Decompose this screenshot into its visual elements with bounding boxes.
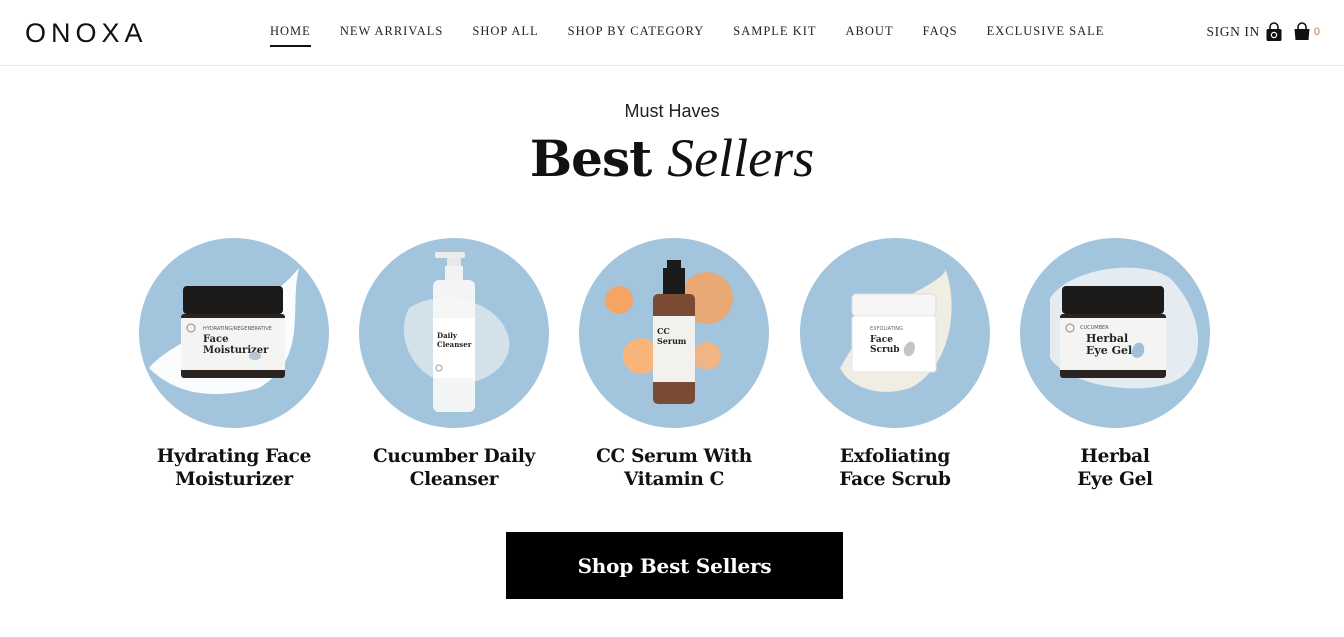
section-title: Best Sellers <box>0 126 1344 191</box>
nav-about[interactable]: ABOUT <box>846 24 894 47</box>
brand-logo[interactable]: ONOXA <box>25 18 148 49</box>
product-name[interactable]: CC Serum With Vitamin C <box>564 445 784 491</box>
product-image[interactable]: Daily Cleanser <box>359 238 549 428</box>
product-name[interactable]: Exfoliating Face Scrub <box>785 445 1005 491</box>
nav-exclusive-sale[interactable]: EXCLUSIVE SALE <box>987 24 1105 47</box>
svg-text:Face: Face <box>203 334 228 345</box>
product-name-line2: Moisturizer <box>175 469 293 490</box>
product-card[interactable]: HYDRATING/REGENERATIVE Face Moisturizer … <box>124 238 344 491</box>
svg-text:Scrub: Scrub <box>870 345 900 355</box>
product-card[interactable]: CUCUMBER Herbal Eye Gel Herbal Eye Gel <box>1005 238 1225 491</box>
svg-text:EXFOLIATING: EXFOLIATING <box>870 326 903 332</box>
svg-text:Daily: Daily <box>437 331 458 340</box>
section-title-italic: Sellers <box>667 128 815 188</box>
product-name-line1: Exfoliating <box>839 446 951 467</box>
svg-text:Face: Face <box>870 335 893 345</box>
nav-shop-all[interactable]: SHOP ALL <box>472 24 538 47</box>
nav-sample-kit[interactable]: SAMPLE KIT <box>733 24 816 47</box>
product-name[interactable]: Herbal Eye Gel <box>1005 445 1225 491</box>
product-image[interactable]: CC Serum <box>579 238 769 428</box>
sign-in-link[interactable]: SIGN IN <box>1207 24 1260 40</box>
product-name-line2: Cleanser <box>409 469 499 490</box>
account-area: SIGN IN 0 <box>1207 22 1320 42</box>
account-bag-icon[interactable] <box>1265 22 1283 42</box>
section-eyebrow: Must Haves <box>624 101 720 121</box>
nav-faqs[interactable]: FAQS <box>923 24 958 47</box>
svg-text:Cleanser: Cleanser <box>437 340 472 349</box>
product-name-line2: Eye Gel <box>1077 469 1153 490</box>
product-name-line1: CC Serum With <box>596 446 752 467</box>
product-image[interactable]: HYDRATING/REGENERATIVE Face Moisturizer <box>139 238 329 428</box>
nav-home[interactable]: HOME <box>270 24 311 47</box>
nav-new-arrivals[interactable]: NEW ARRIVALS <box>340 24 444 47</box>
shop-best-sellers-button[interactable]: Shop Best Sellers <box>506 532 843 599</box>
product-card[interactable]: Daily Cleanser Cucumber Daily Cleanser <box>344 238 564 491</box>
cart-bag-icon[interactable] <box>1293 22 1311 42</box>
nav-shop-by-category[interactable]: SHOP BY CATEGORY <box>568 24 705 47</box>
product-card[interactable]: CC Serum CC Serum With Vitamin C <box>564 238 784 491</box>
main-nav: HOME NEW ARRIVALS SHOP ALL SHOP BY CATEG… <box>270 24 1133 47</box>
svg-text:CC: CC <box>657 326 670 336</box>
cart-count-badge: 0 <box>1313 26 1320 38</box>
product-image[interactable]: CUCUMBER Herbal Eye Gel <box>1020 238 1210 428</box>
svg-text:Serum: Serum <box>657 336 687 346</box>
svg-text:CUCUMBER: CUCUMBER <box>1080 325 1109 331</box>
product-name-line1: Cucumber Daily <box>373 446 535 467</box>
product-name-line2: Face Scrub <box>839 469 951 490</box>
section-title-bold: Best <box>529 129 652 188</box>
product-name-line2: Vitamin C <box>623 469 725 490</box>
product-name-line1: Herbal <box>1080 446 1150 467</box>
product-card[interactable]: EXFOLIATING Face Scrub Exfoliating Face … <box>785 238 1005 491</box>
product-image[interactable]: EXFOLIATING Face Scrub <box>800 238 990 428</box>
product-name[interactable]: Hydrating Face Moisturizer <box>124 445 344 491</box>
svg-text:Eye Gel: Eye Gel <box>1086 344 1132 357</box>
product-name-line1: Hydrating Face <box>156 446 312 467</box>
product-name[interactable]: Cucumber Daily Cleanser <box>344 445 564 491</box>
site-header: ONOXA HOME NEW ARRIVALS SHOP ALL SHOP BY… <box>0 0 1344 66</box>
svg-text:HYDRATING/REGENERATIVE: HYDRATING/REGENERATIVE <box>203 326 272 332</box>
